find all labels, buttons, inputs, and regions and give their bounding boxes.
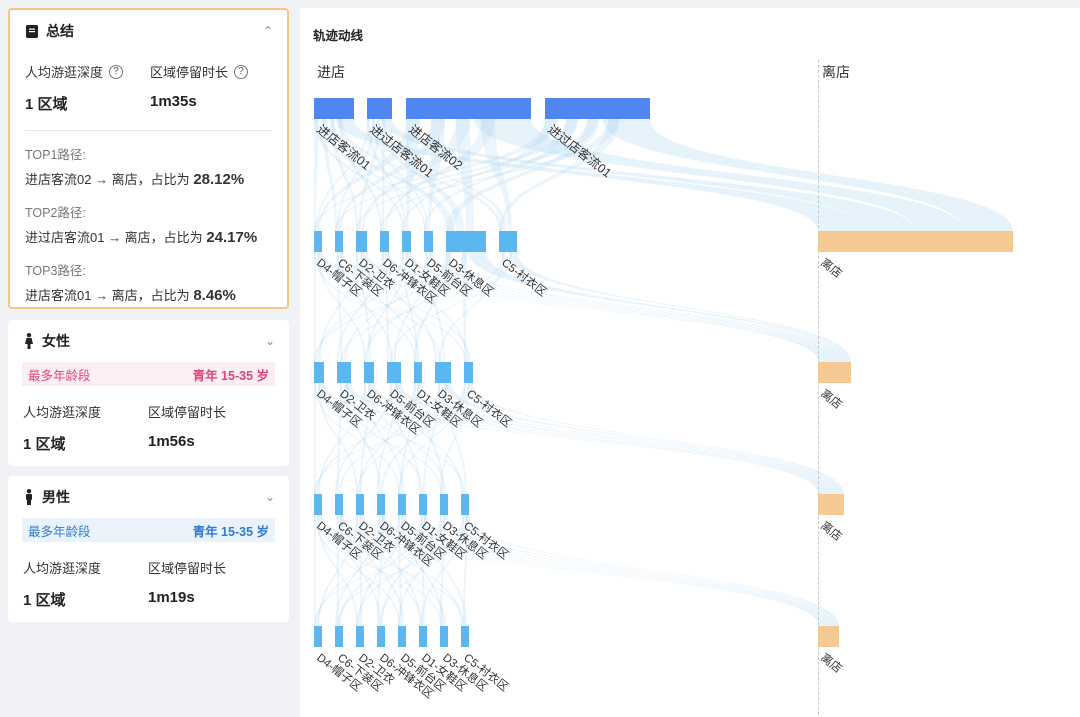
sankey-node — [367, 98, 392, 119]
male-header[interactable]: 男性 ⌄ — [8, 476, 289, 518]
age-value: 青年 15-35 岁 — [192, 524, 269, 539]
depth-value: 1 区域 — [23, 436, 66, 453]
exit-node — [818, 362, 851, 383]
male-card: 男性 ⌄ 最多年龄段 青年 15-35 岁 人均游逛深度 区域停留时长 1 区域… — [8, 476, 289, 622]
sankey-node — [440, 494, 448, 515]
sankey-node — [446, 231, 486, 252]
sankey-node — [398, 494, 406, 515]
sankey-flow — [314, 515, 316, 626]
top2-label: TOP2路径: — [25, 206, 86, 220]
age-value: 青年 15-35 岁 — [192, 368, 269, 383]
exit-node — [818, 494, 844, 515]
sankey-node — [337, 362, 351, 383]
sankey-flow — [314, 383, 316, 494]
dwell-value: 1m19s — [148, 589, 195, 606]
sankey-node — [461, 494, 469, 515]
dwell-label: 区域停留时长 — [148, 405, 227, 420]
exit-label: 离店 — [818, 255, 845, 280]
top1-label: TOP1路径: — [25, 148, 86, 162]
sankey-flow — [465, 515, 839, 626]
sankey-node — [356, 626, 364, 647]
sankey-node — [335, 231, 343, 252]
sankey-node — [461, 626, 469, 647]
age-label: 最多年龄段 — [28, 368, 91, 383]
female-icon — [25, 333, 33, 349]
divider — [25, 130, 272, 131]
top2-path: 进过店客流01 → 离店，占比为 24.17% — [25, 229, 258, 246]
sankey-flow — [443, 383, 841, 494]
summary-card: 总结 ⌃ 人均游逛深度? 区域停留时长? 1 区域 1m35s TOP1路径: … — [8, 8, 289, 309]
sankey-flow — [468, 383, 844, 494]
sankey-node — [414, 362, 422, 383]
sankey-node — [545, 98, 650, 119]
sankey-node — [335, 626, 343, 647]
age-bar: 最多年龄段 青年 15-35 岁 — [22, 518, 275, 542]
dwell-label: 区域停留时长? — [150, 62, 249, 81]
sankey-chart: 进店客流01进过店客流01进店客流02 进过店客流01D4-帽子区C6-下装区D2… — [314, 98, 1013, 701]
sankey-node — [377, 626, 385, 647]
sankey-node — [464, 362, 473, 383]
sankey-node — [435, 362, 451, 383]
exit-label: 离店 — [818, 386, 845, 411]
top1-path: 进店客流02 → 离店，占比为 28.12% — [25, 171, 245, 188]
exit-node — [818, 626, 839, 647]
dwell-value: 1m35s — [150, 93, 197, 110]
summary-header[interactable]: 总结 ⌃ — [10, 10, 287, 52]
sankey-node — [356, 494, 364, 515]
sankey-node — [380, 231, 389, 252]
chevron-down-icon[interactable]: ⌄ — [265, 490, 275, 504]
depth-value: 1 区域 — [23, 592, 66, 609]
sankey-node — [499, 231, 517, 252]
sankey-flow — [508, 252, 851, 362]
sankey-flow — [444, 515, 837, 626]
sankey-node — [398, 626, 406, 647]
sankey-node — [406, 98, 531, 119]
male-title: 男性 — [42, 489, 70, 505]
dwell-value: 1m56s — [148, 433, 195, 450]
male-icon — [26, 489, 32, 505]
sankey-node — [424, 231, 433, 252]
chevron-up-icon[interactable]: ⌃ — [263, 24, 273, 38]
sankey-node — [356, 231, 367, 252]
depth-label: 人均游逛深度 — [23, 561, 102, 576]
top3-label: TOP3路径: — [25, 264, 86, 278]
depth-label: 人均游逛深度? — [25, 62, 150, 81]
sankey-node — [419, 494, 427, 515]
depth-label: 人均游逛深度 — [23, 405, 102, 420]
sankey-node — [419, 626, 427, 647]
exit-label: 离店 — [818, 650, 845, 675]
sankey-node — [364, 362, 374, 383]
help-icon[interactable]: ? — [109, 64, 124, 79]
sankey-node — [314, 362, 324, 383]
dwell-label: 区域停留时长 — [148, 561, 227, 576]
depth-value: 1 区域 — [25, 96, 68, 113]
help-icon[interactable]: ? — [234, 64, 249, 79]
age-bar: 最多年龄段 青年 15-35 岁 — [22, 362, 275, 386]
chevron-down-icon[interactable]: ⌄ — [265, 334, 275, 348]
summary-title: 总结 — [46, 23, 74, 39]
sankey-node — [377, 494, 385, 515]
female-header[interactable]: 女性 ⌄ — [8, 320, 289, 362]
sankey-node — [440, 626, 448, 647]
sankey-node — [314, 231, 322, 252]
exit-node — [818, 231, 1013, 252]
sankey-node — [314, 98, 354, 119]
sankey-flow — [314, 252, 316, 362]
age-label: 最多年龄段 — [28, 524, 91, 539]
top3-path: 进店客流01 → 离店，占比为 8.46% — [25, 287, 236, 304]
female-card: 女性 ⌄ 最多年龄段 青年 15-35 岁 人均游逛深度 区域停留时长 1 区域… — [8, 320, 289, 466]
document-icon — [26, 24, 38, 38]
trajectory-panel: 轨迹动线 进店 离店 进店客流01 进过店客流01 进店客流02 进过店客流01 D4-… — [300, 8, 1080, 717]
female-title: 女性 — [42, 333, 70, 349]
sankey-node — [314, 494, 322, 515]
sankey-node — [335, 494, 343, 515]
sankey-node — [387, 362, 401, 383]
exit-label: 离店 — [818, 518, 845, 543]
sankey-node — [402, 231, 411, 252]
sankey-node — [314, 626, 322, 647]
